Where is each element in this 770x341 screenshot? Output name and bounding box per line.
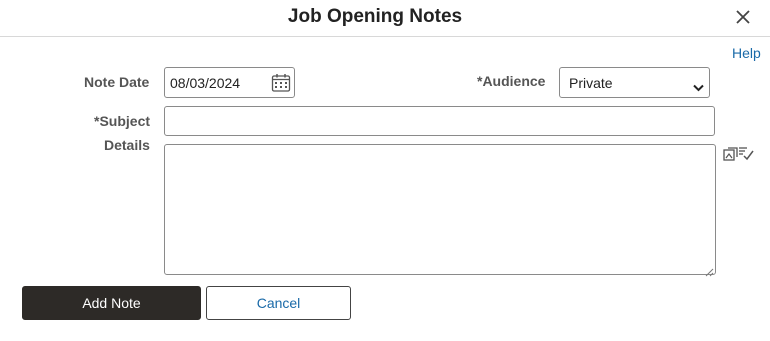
audience-label: *Audience xyxy=(477,73,546,89)
add-note-button[interactable]: Add Note xyxy=(22,286,201,320)
calendar-icon[interactable] xyxy=(271,73,291,93)
cancel-button[interactable]: Cancel xyxy=(206,286,351,320)
audience-value: Private xyxy=(569,75,613,91)
subject-label: *Subject xyxy=(94,113,151,129)
resize-handle-icon[interactable] xyxy=(705,264,714,277)
dialog-title: Job Opening Notes xyxy=(287,6,463,27)
dialog-header: Job Opening Notes xyxy=(0,0,770,37)
note-date-label: Note Date xyxy=(84,74,150,90)
help-link[interactable]: Help xyxy=(732,45,761,61)
details-textarea[interactable] xyxy=(164,144,716,277)
details-label: Details xyxy=(104,137,150,153)
note-date-field[interactable]: 08/03/2024 xyxy=(164,67,295,98)
chevron-down-icon xyxy=(693,79,704,92)
close-icon[interactable] xyxy=(734,8,752,26)
spell-check-icon[interactable] xyxy=(723,145,754,161)
note-date-value: 08/03/2024 xyxy=(170,75,241,91)
subject-input[interactable] xyxy=(164,106,715,136)
audience-select[interactable]: Private xyxy=(559,67,710,98)
